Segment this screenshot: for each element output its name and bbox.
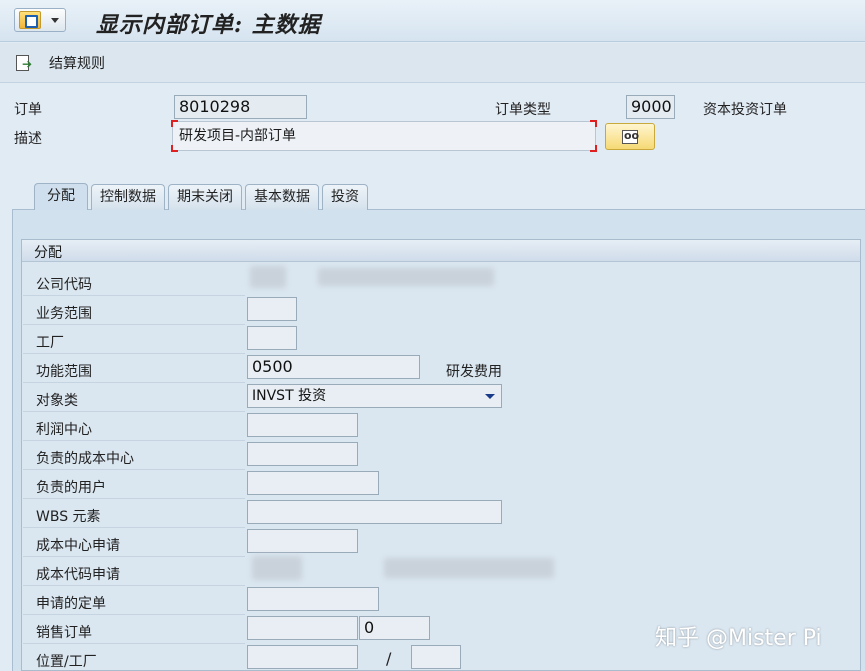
chevron-down-icon <box>51 17 59 23</box>
business-area-label: 业务范围 <box>36 306 92 322</box>
location-field[interactable] <box>247 645 358 669</box>
page-title: 显示内部订单: 主数据 <box>96 12 321 38</box>
company-code-label: 公司代码 <box>36 277 92 293</box>
wbs-element-label: WBS 元素 <box>36 509 101 525</box>
responsible-cost-center-field[interactable] <box>247 442 358 466</box>
divider <box>23 295 245 296</box>
responsible-user-field[interactable] <box>247 471 379 495</box>
requesting-order-label: 申请的定单 <box>36 596 106 612</box>
divider <box>23 324 245 325</box>
requesting-order-field[interactable] <box>247 587 379 611</box>
tab-period-end-closing[interactable]: 期末关闭 <box>168 184 242 210</box>
tab-investments[interactable]: 投资 <box>322 184 368 210</box>
requesting-company-code-label: 成本代码申请 <box>36 567 120 583</box>
divider <box>23 382 245 383</box>
requesting-cost-center-field[interactable] <box>247 529 358 553</box>
required-marker <box>171 145 178 152</box>
tab-assignment[interactable]: 分配 <box>34 183 88 210</box>
description-value: 研发项目-内部订单 <box>179 128 297 144</box>
object-class-value: INVST 投资 <box>252 388 327 404</box>
tab-control-data[interactable]: 控制数据 <box>91 184 165 210</box>
tab-general-data[interactable]: 基本数据 <box>245 184 319 210</box>
watermark: 知乎 @Mister Pi <box>655 626 822 651</box>
divider <box>23 643 245 644</box>
business-area-field[interactable] <box>247 297 297 321</box>
wbs-element-field[interactable] <box>247 500 502 524</box>
requesting-company-code-description <box>384 558 554 578</box>
divider <box>23 556 245 557</box>
application-toolbar: 结算规则 <box>0 43 865 83</box>
profit-center-field[interactable] <box>247 413 358 437</box>
functional-area-label: 功能范围 <box>36 364 92 380</box>
required-marker <box>590 145 597 152</box>
sap-system-icon <box>19 11 41 29</box>
location-plant-label: 位置/工厂 <box>36 654 97 670</box>
responsible-cost-center-label: 负责的成本中心 <box>36 451 134 467</box>
sales-order-label: 销售订单 <box>36 625 92 641</box>
divider <box>23 585 245 586</box>
location-plant-separator: / <box>386 649 392 668</box>
description-label: 描述 <box>14 131 42 147</box>
system-menu-button[interactable] <box>14 8 66 32</box>
long-text-button[interactable] <box>605 123 655 150</box>
divider <box>23 614 245 615</box>
requesting-company-code-field[interactable] <box>252 556 302 580</box>
sales-order-item-field[interactable]: 0 <box>359 616 430 640</box>
required-marker <box>590 120 597 127</box>
divider <box>23 469 245 470</box>
assignment-group <box>21 239 861 671</box>
tab-strip: 分配 控制数据 期末关闭 基本数据 投资 <box>34 183 371 210</box>
required-marker <box>171 120 178 127</box>
display-text-icon <box>622 129 639 144</box>
object-class-select[interactable]: INVST 投资 <box>247 384 502 408</box>
functional-area-description: 研发费用 <box>446 364 502 380</box>
order-type-label: 订单类型 <box>495 102 551 118</box>
company-code-field[interactable] <box>250 266 286 288</box>
description-field[interactable]: 研发项目-内部订单 <box>171 120 597 152</box>
divider <box>23 353 245 354</box>
object-class-label: 对象类 <box>36 393 78 409</box>
dropdown-arrow-icon[interactable] <box>485 394 495 399</box>
settlement-rule-button[interactable]: 结算规则 <box>16 51 105 75</box>
plant-field[interactable] <box>247 326 297 350</box>
divider <box>23 440 245 441</box>
assignment-group-header: 分配 <box>22 240 860 262</box>
title-bar: 显示内部订单: 主数据 <box>0 0 865 42</box>
functional-area-field[interactable]: 0500 <box>247 355 420 379</box>
order-field[interactable]: 8010298 <box>174 95 307 119</box>
location-plant-field[interactable] <box>411 645 461 669</box>
order-type-field[interactable]: 9000 <box>626 95 675 119</box>
settlement-rule-label: 结算规则 <box>49 56 105 72</box>
order-label: 订单 <box>14 102 42 118</box>
document-arrow-icon <box>16 55 32 71</box>
order-type-description: 资本投资订单 <box>703 102 787 118</box>
plant-label: 工厂 <box>36 335 64 351</box>
responsible-user-label: 负责的用户 <box>36 480 106 496</box>
requesting-cost-center-label: 成本中心申请 <box>36 538 120 554</box>
divider <box>23 411 245 412</box>
divider <box>23 498 245 499</box>
sales-order-field[interactable] <box>247 616 358 640</box>
profit-center-label: 利润中心 <box>36 422 92 438</box>
group-title: 分配 <box>34 245 62 261</box>
company-code-description <box>318 268 494 286</box>
divider <box>23 527 245 528</box>
